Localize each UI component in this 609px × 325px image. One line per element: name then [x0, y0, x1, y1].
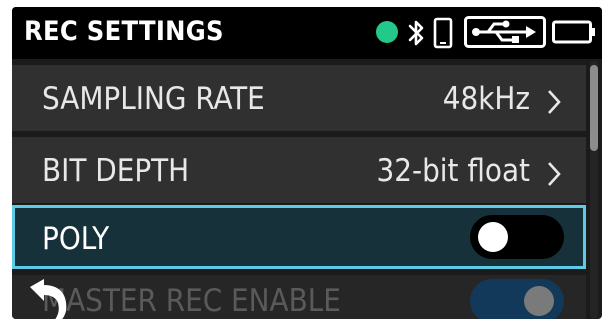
bluetooth-icon — [408, 20, 424, 46]
menu-item-bit-depth[interactable]: BIT DEPTH 32-bit float — [12, 137, 586, 203]
menu-item-master-rec-enable[interactable]: MASTER REC ENABLE — [12, 275, 586, 319]
settings-menu: SAMPLING RATE 48kHz BIT DEPTH 32-bit flo… — [12, 59, 602, 319]
poly-toggle[interactable] — [470, 215, 564, 259]
battery-icon — [552, 20, 595, 44]
master-rec-enable-toggle[interactable] — [470, 279, 564, 319]
rec-settings-screen: REC SETTINGS SAMPLING RATE 48kHz BIT DEP… — [12, 7, 602, 319]
page-title: REC SETTINGS — [24, 16, 224, 47]
menu-item-value: 32-bit float — [376, 153, 530, 189]
menu-item-label: SAMPLING RATE — [42, 81, 265, 117]
menu-item-sampling-rate[interactable]: SAMPLING RATE 48kHz — [12, 65, 586, 131]
chevron-right-icon — [548, 162, 561, 186]
scrollbar[interactable] — [590, 61, 598, 319]
back-arrow-icon[interactable] — [22, 279, 72, 319]
usb-icon — [464, 16, 546, 48]
menu-item-value: 48kHz — [442, 81, 530, 117]
phone-icon — [433, 17, 453, 49]
status-dot — [376, 21, 398, 43]
menu-item-label: MASTER REC ENABLE — [42, 283, 341, 319]
scroll-thumb[interactable] — [590, 65, 598, 151]
toggle-knob — [524, 286, 554, 316]
status-bar: REC SETTINGS — [12, 7, 602, 59]
chevron-right-icon — [548, 90, 561, 114]
menu-item-label: POLY — [42, 221, 110, 257]
menu-item-label: BIT DEPTH — [42, 153, 190, 189]
toggle-knob — [478, 222, 508, 252]
menu-item-poly[interactable]: POLY — [12, 205, 586, 269]
